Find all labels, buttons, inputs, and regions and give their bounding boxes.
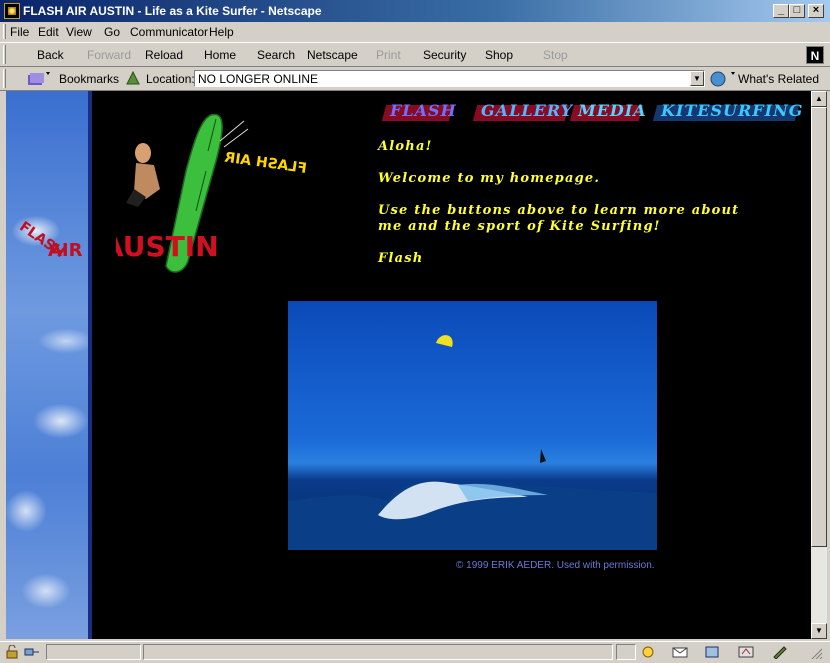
kite-lines bbox=[219, 120, 249, 148]
aloha-text: Aloha! bbox=[378, 139, 433, 154]
nav-kitesurfing[interactable]: KITESURFING bbox=[661, 101, 803, 127]
intro-line-1: Use the buttons above to learn more abou… bbox=[378, 203, 740, 218]
intro-line-2: me and the sport of Kite Surfing! bbox=[378, 219, 661, 234]
side-logo-flash-air: FLASH AIR bbox=[18, 219, 83, 261]
menu-grip[interactable] bbox=[3, 24, 6, 39]
netscape-button[interactable]: Netscape bbox=[307, 48, 358, 62]
connection-icon[interactable] bbox=[24, 645, 40, 659]
menu-go[interactable]: Go bbox=[104, 25, 120, 39]
sky-sidebar-image bbox=[6, 91, 92, 639]
menu-help[interactable]: Help bbox=[209, 25, 234, 39]
location-grip[interactable] bbox=[3, 69, 6, 88]
kitesurf-photo-art bbox=[288, 335, 657, 550]
maximize-button[interactable]: □ bbox=[789, 4, 805, 18]
stop-button[interactable]: Stop bbox=[543, 48, 568, 62]
nav-media-label: MEDIA bbox=[578, 101, 647, 120]
scroll-down-arrow-icon[interactable]: ▼ bbox=[811, 623, 827, 639]
search-button[interactable]: Search bbox=[257, 48, 295, 62]
nav-kitesurfing-label: KITESURFING bbox=[661, 101, 804, 120]
shop-button[interactable]: Shop bbox=[485, 48, 513, 62]
rider-head bbox=[135, 143, 151, 163]
whats-related-icon[interactable] bbox=[709, 70, 735, 87]
location-toolbar: Bookmarks Location: NO LONGER ONLINE ▼ W… bbox=[0, 67, 830, 91]
nav-gallery[interactable]: GALLERY bbox=[481, 101, 573, 127]
kitesurfer-silhouette bbox=[540, 449, 546, 463]
logo-austin-text: AUSTIN bbox=[116, 230, 219, 263]
scroll-thumb[interactable] bbox=[811, 107, 827, 547]
nav-flash-label: FLASH bbox=[390, 101, 457, 120]
nav-gallery-label: GALLERY bbox=[481, 101, 573, 120]
side-logo-air: AIR bbox=[48, 240, 83, 261]
kite-in-sky bbox=[436, 335, 453, 347]
vertical-scrollbar[interactable]: ▲ ▼ bbox=[811, 91, 827, 639]
menu-communicator[interactable]: Communicator bbox=[130, 25, 208, 39]
whats-related-button[interactable]: What's Related bbox=[738, 72, 819, 86]
forward-button[interactable]: Forward bbox=[87, 48, 131, 62]
nav-flash[interactable]: FLASH bbox=[390, 101, 457, 127]
resize-grip-icon[interactable] bbox=[808, 645, 824, 659]
security-lock-icon[interactable] bbox=[4, 645, 20, 659]
welcome-text: Welcome to my homepage. bbox=[378, 171, 601, 186]
home-button[interactable]: Home bbox=[204, 48, 236, 62]
status-bar bbox=[0, 641, 830, 663]
kitesurf-photo bbox=[288, 301, 657, 550]
composer-component-icon[interactable] bbox=[738, 645, 754, 659]
location-icon[interactable] bbox=[124, 70, 142, 87]
close-button[interactable]: × bbox=[808, 4, 824, 18]
bookmarks-icon[interactable] bbox=[26, 70, 52, 87]
photo-copyright: © 1999 ERIK AEDER. Used with permission. bbox=[456, 560, 655, 571]
window-title-bar[interactable]: FLASH AIR AUSTIN - Life as a Kite Surfer… bbox=[0, 0, 830, 22]
back-button[interactable]: Back bbox=[37, 48, 64, 62]
menu-bar: File Edit View Go Communicator Help bbox=[0, 22, 830, 41]
nav-media[interactable]: MEDIA bbox=[578, 101, 647, 127]
navigation-toolbar: Back Forward Reload Home Search Netscape… bbox=[0, 42, 830, 67]
bookmarks-button[interactable]: Bookmarks bbox=[59, 72, 119, 86]
netscape-logo-icon[interactable]: N bbox=[806, 46, 824, 64]
menu-edit[interactable]: Edit bbox=[38, 25, 59, 39]
toolbar-grip[interactable] bbox=[3, 45, 6, 64]
window-title: FLASH AIR AUSTIN - Life as a Kite Surfer… bbox=[23, 4, 322, 18]
netscape-app-icon[interactable] bbox=[4, 3, 20, 19]
logo-flash-air-text: FLASH AIR bbox=[223, 150, 307, 177]
location-field[interactable]: NO LONGER ONLINE bbox=[194, 70, 705, 87]
minimize-button[interactable]: _ bbox=[773, 4, 789, 18]
security-button[interactable]: Security bbox=[423, 48, 466, 62]
menu-file[interactable]: File bbox=[10, 25, 29, 39]
location-dropdown-icon[interactable]: ▼ bbox=[690, 71, 704, 86]
menu-view[interactable]: View bbox=[66, 25, 92, 39]
flash-air-austin-logo[interactable]: FLASH AIR AUSTIN bbox=[116, 111, 316, 286]
reload-button[interactable]: Reload bbox=[145, 48, 183, 62]
page-viewport: FLASH AIR FLASH AIR AUSTIN FLASH GALLERY… bbox=[6, 91, 811, 639]
newsgroups-component-icon[interactable] bbox=[704, 645, 720, 659]
mail-component-icon[interactable] bbox=[672, 645, 688, 659]
print-button[interactable]: Print bbox=[376, 48, 401, 62]
edit-pen-icon[interactable] bbox=[772, 645, 788, 659]
signature-text: Flash bbox=[378, 251, 424, 266]
status-small-panel bbox=[616, 644, 636, 660]
navigator-component-icon[interactable] bbox=[640, 645, 656, 659]
scroll-up-arrow-icon[interactable]: ▲ bbox=[811, 91, 827, 107]
location-label: Location: bbox=[146, 72, 195, 86]
status-progress-panel bbox=[46, 644, 141, 660]
status-message-panel bbox=[143, 644, 613, 660]
